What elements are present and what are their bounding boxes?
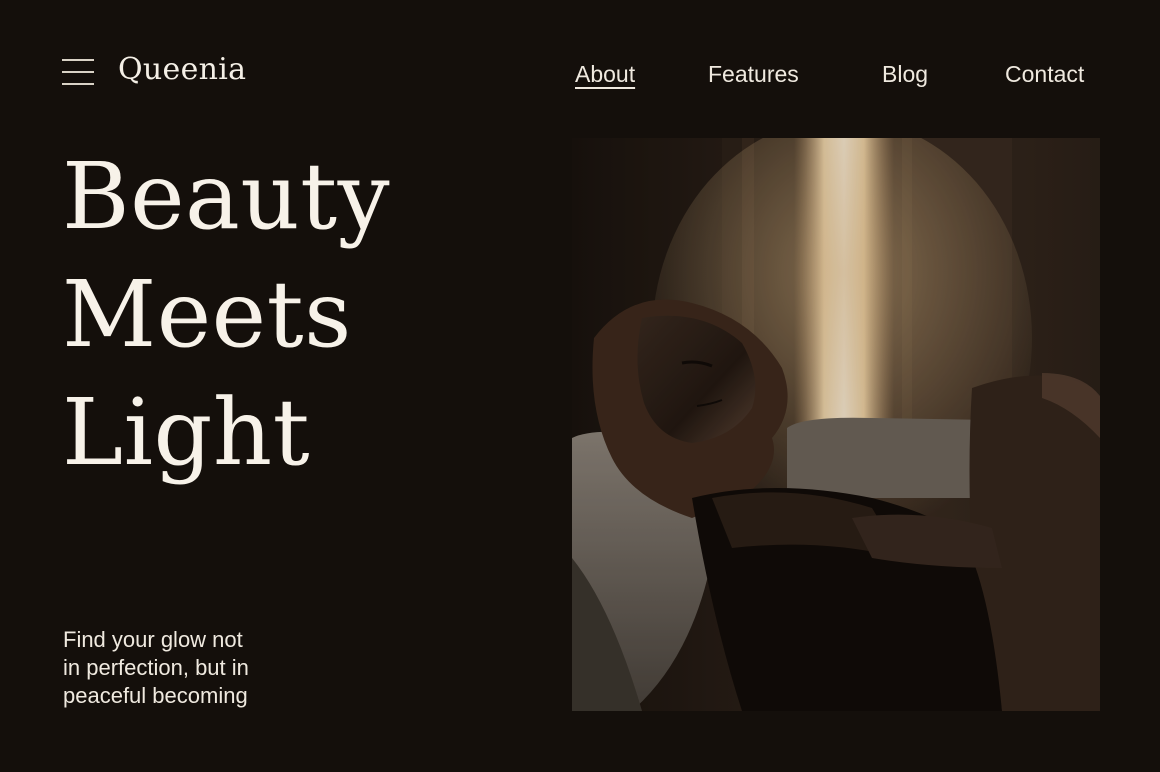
tagline-line-1: Find your glow not <box>63 627 243 652</box>
nav-link-about[interactable]: About <box>575 58 635 90</box>
nav-link-contact[interactable]: Contact <box>1005 58 1084 90</box>
nav-link-features[interactable]: Features <box>708 58 799 90</box>
headline-line-2: Meets <box>62 261 352 368</box>
landing-page: Queenia About Features Blog Contact Beau… <box>0 0 1160 772</box>
main-nav: About Features Blog Contact <box>0 58 1160 90</box>
headline-line-3: Light <box>62 379 311 486</box>
tagline-line-3: peaceful becoming <box>63 683 248 708</box>
nav-link-blog[interactable]: Blog <box>882 58 928 90</box>
tagline-line-2: in perfection, but in <box>63 655 249 680</box>
hero-headline: Beauty Meets Light <box>62 138 532 492</box>
hero-tagline: Find your glow not in perfection, but in… <box>63 626 323 710</box>
hero-photo <box>572 138 1100 711</box>
headline-line-1: Beauty <box>62 143 391 250</box>
